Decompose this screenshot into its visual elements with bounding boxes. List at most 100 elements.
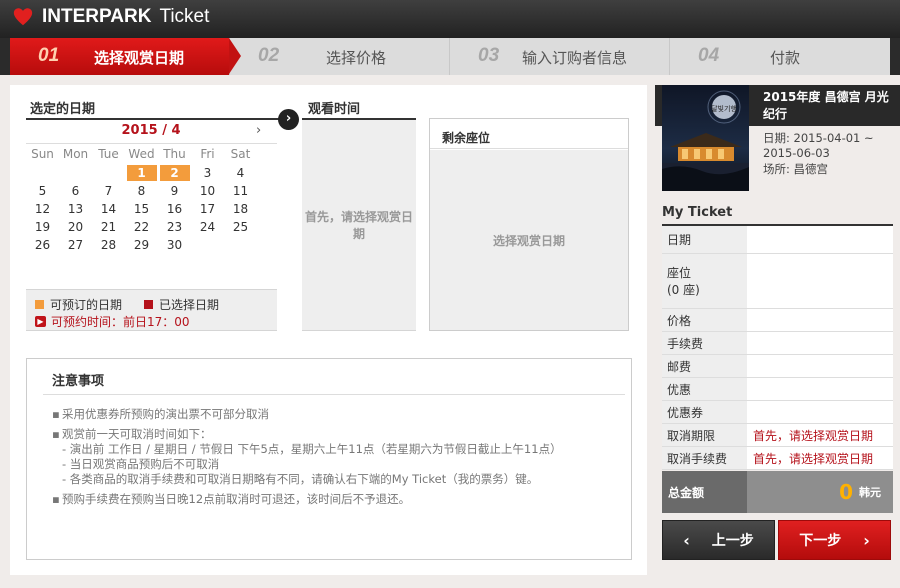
weekday-label: Sat bbox=[230, 147, 251, 161]
currency-unit: 韩元 bbox=[859, 486, 881, 499]
step-orderer-info[interactable]: 03 输入订购者信息 bbox=[450, 38, 670, 75]
ticket-row-label: 取消期限 bbox=[662, 424, 747, 446]
brand-product: Ticket bbox=[159, 6, 210, 27]
calendar-empty bbox=[92, 164, 125, 182]
calendar-day: 3 bbox=[203, 166, 212, 180]
ticket-row: 价格 bbox=[662, 309, 893, 332]
next-month-chevron-icon[interactable]: › bbox=[256, 123, 261, 138]
step-select-price[interactable]: 02 选择价格 bbox=[230, 38, 450, 75]
next-step-label: 下一步 bbox=[799, 533, 842, 549]
arrow-right-icon[interactable]: › bbox=[278, 109, 299, 130]
weekday-label: Thu bbox=[163, 147, 186, 161]
calendar-day: 10 bbox=[199, 184, 216, 198]
calendar-day: 11 bbox=[232, 184, 249, 198]
calendar-day[interactable]: 1 bbox=[125, 164, 158, 182]
step-number: 03 bbox=[478, 45, 500, 66]
weekday-label: Wed bbox=[128, 147, 155, 161]
next-step-button[interactable]: 下一步 › bbox=[778, 520, 891, 560]
legend-selected-label: 已选择日期 bbox=[159, 298, 220, 312]
booking-steps: 01 选择观赏日期 02 选择价格 03 输入订购者信息 04 付款 bbox=[10, 38, 890, 75]
seats-placeholder-text: 选择观赏日期 bbox=[492, 233, 565, 248]
ticket-row-value bbox=[747, 254, 893, 308]
calendar-day-label: 1 bbox=[126, 165, 157, 181]
notice-subitem: - 演出前 工作日 / 星期日 / 节假日 下午5点，星期六上午11点（若星期六… bbox=[62, 442, 562, 456]
weekday-row: Sun Mon Tue Wed Thu Fri Sat bbox=[26, 144, 277, 164]
ticket-row: 取消期限 首先，请选择观赏日期 bbox=[662, 424, 893, 447]
calendar-day: 27 bbox=[67, 238, 84, 252]
calendar-week: 123 4 bbox=[26, 164, 277, 182]
step-payment[interactable]: 04 付款 bbox=[670, 38, 890, 75]
prev-step-button[interactable]: ‹ 上一步 bbox=[662, 520, 775, 560]
legend-selected: 已选择日期 bbox=[144, 296, 219, 313]
calendar-day: 8 bbox=[137, 184, 146, 198]
ticket-row-value bbox=[747, 226, 893, 253]
calendar-day: 21 bbox=[100, 220, 117, 234]
show-date: 日期: 2015-04-01 ~ 2015-06-03 bbox=[763, 131, 874, 160]
brand-name: INTERPARK bbox=[42, 6, 152, 27]
calendar-empty bbox=[191, 236, 224, 254]
interpark-logo[interactable]: INTERPARK Ticket bbox=[12, 6, 209, 28]
ticket-row-label: 取消手续费 bbox=[662, 447, 747, 469]
ticket-row-label: 邮费 bbox=[662, 355, 747, 377]
calendar-legend: 可预订的日期 已选择日期 ▶ 可预约时间：前日17：00 bbox=[26, 289, 277, 331]
step-number: 02 bbox=[258, 45, 280, 66]
step-select-date[interactable]: 01 选择观赏日期 bbox=[10, 38, 241, 75]
calendar-day[interactable]: 2 bbox=[158, 164, 191, 182]
step-number: 04 bbox=[698, 45, 720, 66]
calendar-day: 16 bbox=[166, 202, 183, 216]
my-ticket-table: 日期 座位 (0 座) 价格 手续费 邮费 优惠 优惠券 取消期限 首先，请选择观赏日期 取消手续… bbox=[662, 224, 893, 470]
calendar-week: 12 13 14 15 16 17 18 bbox=[26, 200, 277, 218]
calendar-day: 12 bbox=[34, 202, 51, 216]
calendar-week: 5 6 7 8 9 10 11 bbox=[26, 182, 277, 200]
calendar-day: 18 bbox=[232, 202, 249, 216]
total-value: 0 bbox=[839, 480, 853, 504]
calendar-day: 6 bbox=[71, 184, 80, 198]
step-label: 选择价格 bbox=[326, 49, 387, 67]
notice-subitem: - 各类商品的取消手续费和可取消日期略有不同，请确认右下端的My Ticket（… bbox=[62, 472, 539, 486]
calendar-day: 30 bbox=[166, 238, 183, 252]
weekday-label: Mon bbox=[62, 147, 89, 161]
ticket-row-label: 优惠券 bbox=[662, 401, 747, 423]
legend-available-label: 可预订的日期 bbox=[50, 298, 123, 312]
ticket-row: 手续费 bbox=[662, 332, 893, 355]
ticket-row: 优惠 bbox=[662, 378, 893, 401]
svg-text:달빛기행: 달빛기행 bbox=[711, 104, 737, 113]
ticket-row-value: 首先，请选择观赏日期 bbox=[747, 447, 893, 469]
ticket-row-value bbox=[747, 401, 893, 423]
calendar-day: 13 bbox=[67, 202, 84, 216]
ticket-row-value bbox=[747, 378, 893, 400]
calendar-day: 22 bbox=[133, 220, 150, 234]
ticket-row-value bbox=[747, 355, 893, 377]
heart-logo-icon bbox=[13, 8, 33, 26]
calendar-empty bbox=[224, 236, 257, 254]
play-bullet-icon: ▶ bbox=[35, 316, 46, 327]
calendar-day: 17 bbox=[199, 202, 216, 216]
calendar-day: 15 bbox=[133, 202, 150, 216]
calendar-grid: Sun Mon Tue Wed Thu Fri Sat 1 2 3 4 5 6 7 8 9 10 11 12 13 1… bbox=[26, 143, 277, 254]
divider bbox=[43, 394, 625, 395]
calendar-empty bbox=[26, 164, 59, 182]
booking-deadline: ▶ 可预约时间：前日17：00 bbox=[35, 313, 190, 330]
calendar-day: 25 bbox=[232, 220, 249, 234]
selected-date-title: 选定的日期 bbox=[30, 102, 96, 117]
calendar-day-label: 2 bbox=[159, 165, 190, 181]
ticket-sidebar: 달빛기행 2015年度 昌德宫 月光纪行 日期: 2015-04-01 ~ 20… bbox=[655, 85, 900, 588]
calendar-week: 26 27 28 29 30 bbox=[26, 236, 277, 254]
ticket-row-label: 手续费 bbox=[662, 332, 747, 354]
legend-available: 可预订的日期 bbox=[35, 296, 122, 313]
step-label: 付款 bbox=[770, 49, 801, 67]
top-header: INTERPARK Ticket bbox=[0, 0, 900, 38]
ticket-row-value bbox=[747, 309, 893, 331]
total-value-box: 0 韩元 bbox=[747, 471, 893, 513]
poster-image: 달빛기행 bbox=[662, 90, 749, 191]
calendar-day: 4 bbox=[236, 166, 245, 180]
step-number: 01 bbox=[38, 45, 60, 66]
deadline-text: 可预约时间：前日17：00 bbox=[51, 315, 190, 329]
main-panel: 选定的日期 2015 / 4 › Sun Mon Tue Wed Thu Fri Sat 1… bbox=[10, 85, 647, 575]
ticket-row: 取消手续费 首先，请选择观赏日期 bbox=[662, 447, 893, 470]
calendar-day: 5 bbox=[38, 184, 47, 198]
calendar-day: 24 bbox=[199, 220, 216, 234]
calendar-week: 19 20 21 22 23 24 25 bbox=[26, 218, 277, 236]
total-amount: 总金额 0 韩元 bbox=[662, 471, 893, 513]
divider bbox=[26, 118, 286, 120]
